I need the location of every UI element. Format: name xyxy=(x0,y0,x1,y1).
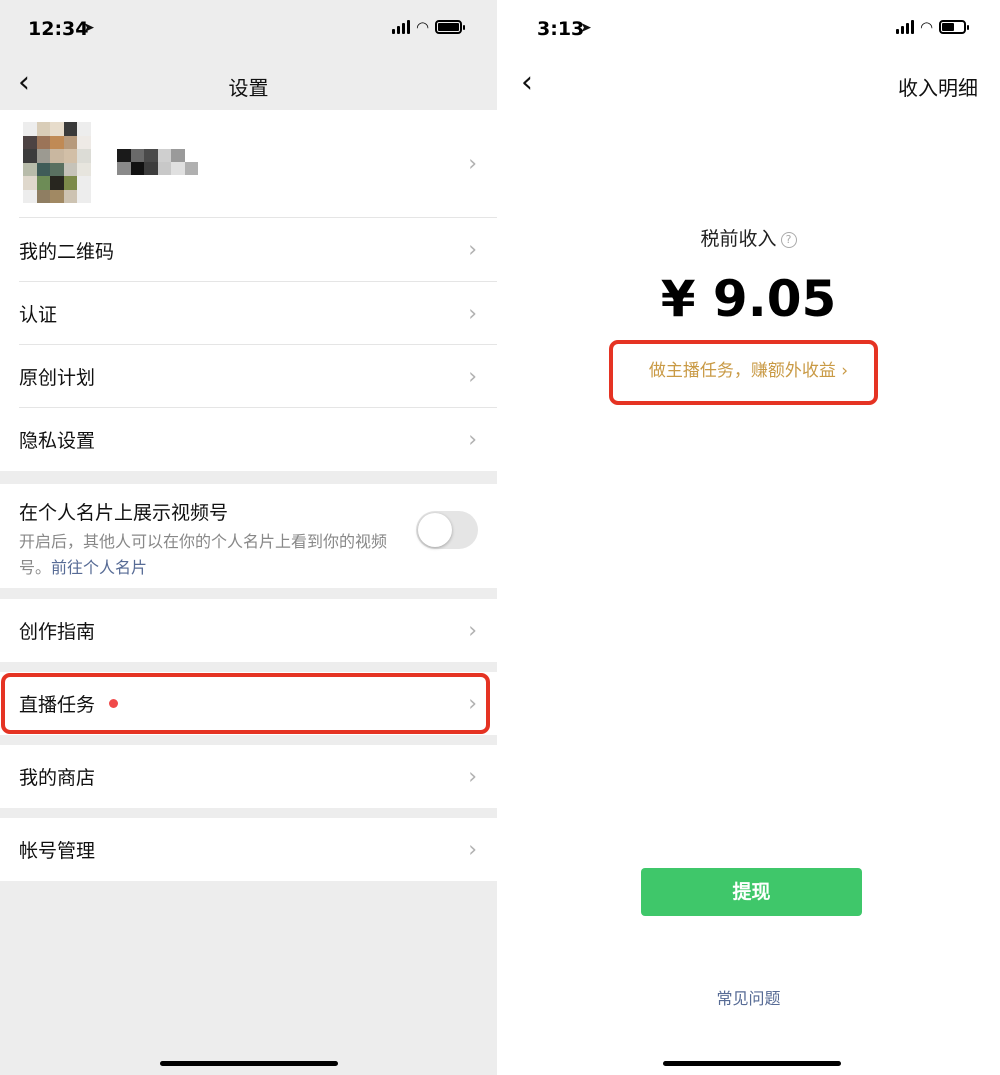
profile-row[interactable]: › xyxy=(0,110,497,218)
settings-group-guide: 创作指南 › xyxy=(0,599,497,662)
menu-item-account[interactable]: 帐号管理 › xyxy=(0,818,497,881)
menu-item-label: 隐私设置 xyxy=(19,430,96,452)
battery-icon xyxy=(435,20,466,34)
income-amount: ¥ 9.05 xyxy=(660,270,837,328)
home-indicator[interactable] xyxy=(663,1061,841,1066)
navbar: ‹ 收入明细 xyxy=(497,60,1000,110)
chevron-right-icon: › xyxy=(468,427,477,452)
menu-item-original[interactable]: 原创计划 › xyxy=(0,345,497,408)
menu-item-label: 帐号管理 xyxy=(19,840,96,862)
show-on-card-toggle[interactable] xyxy=(416,511,478,549)
signal-icon xyxy=(896,20,914,34)
highlight-box xyxy=(609,340,878,405)
setting-title: 在个人名片上展示视频号 xyxy=(19,502,229,524)
status-time: 12:34 xyxy=(28,18,89,40)
menu-item-label: 我的二维码 xyxy=(19,240,115,263)
menu-item-label: 创作指南 xyxy=(19,621,96,643)
chevron-right-icon: › xyxy=(468,364,477,389)
signal-icon xyxy=(392,20,410,34)
wifi-icon: ◠ xyxy=(416,18,430,36)
location-arrow-icon: ➤ xyxy=(580,20,592,36)
help-icon[interactable]: ? xyxy=(780,232,797,248)
faq-link[interactable]: 常见问题 xyxy=(497,985,1000,1009)
withdraw-button[interactable]: 提现 xyxy=(641,868,862,916)
chevron-right-icon: › xyxy=(468,764,477,789)
navbar: ‹ 设置 xyxy=(0,60,497,110)
setting-description: 开启后，其他人可以在你的个人名片上看到你的视频号。前往个人名片 xyxy=(19,529,389,581)
income-screen: 3:13 ➤ ◠ ‹ 收入明细 税前收入? ¥ 9.05 做主播任务，赚额外收益… xyxy=(497,0,1000,1075)
menu-item-label: 我的商店 xyxy=(19,767,96,789)
settings-screen: 12:34 ➤ ◠ ‹ 设置 › 我的二维码 › 认证 › 原创计划 › 隐私设… xyxy=(0,0,497,1075)
username xyxy=(117,149,198,175)
settings-group-main: › 我的二维码 › 认证 › 原创计划 › 隐私设置 › xyxy=(0,110,497,471)
show-on-card-setting: 在个人名片上展示视频号 开启后，其他人可以在你的个人名片上看到你的视频号。前往个… xyxy=(0,484,497,588)
settings-group-account: 帐号管理 › xyxy=(0,818,497,881)
wifi-icon: ◠ xyxy=(920,18,934,36)
status-time: 3:13 xyxy=(537,18,585,40)
home-indicator[interactable] xyxy=(160,1061,338,1066)
settings-group-store: 我的商店 › xyxy=(0,745,497,808)
status-icons: ◠ xyxy=(392,18,466,36)
chevron-right-icon: › xyxy=(468,618,477,643)
page-title: 设置 xyxy=(228,76,269,100)
menu-item-store[interactable]: 我的商店 › xyxy=(0,745,497,808)
menu-item-verify[interactable]: 认证 › xyxy=(0,282,497,345)
chevron-right-icon: › xyxy=(468,237,477,263)
pretax-income-label: 税前收入 xyxy=(700,228,777,250)
chevron-right-icon: › xyxy=(468,837,477,862)
highlight-box xyxy=(1,673,490,734)
battery-icon xyxy=(939,20,970,34)
income-details-link[interactable]: 收入明细 xyxy=(898,72,978,101)
menu-item-qrcode[interactable]: 我的二维码 › xyxy=(0,218,497,282)
menu-item-privacy[interactable]: 隐私设置 › xyxy=(0,408,497,471)
chevron-right-icon: › xyxy=(468,301,477,326)
menu-item-label: 认证 xyxy=(19,304,58,326)
location-arrow-icon: ➤ xyxy=(83,20,95,36)
back-icon[interactable]: ‹ xyxy=(521,68,533,98)
menu-item-label: 原创计划 xyxy=(19,367,96,389)
menu-item-guide[interactable]: 创作指南 › xyxy=(0,599,497,662)
profile-card-link[interactable]: 前往个人名片 xyxy=(51,558,147,577)
chevron-right-icon: › xyxy=(468,151,477,177)
status-icons: ◠ xyxy=(896,18,970,36)
toggle-knob xyxy=(418,513,452,547)
income-label: 税前收入? xyxy=(497,224,1000,251)
avatar xyxy=(23,122,91,203)
